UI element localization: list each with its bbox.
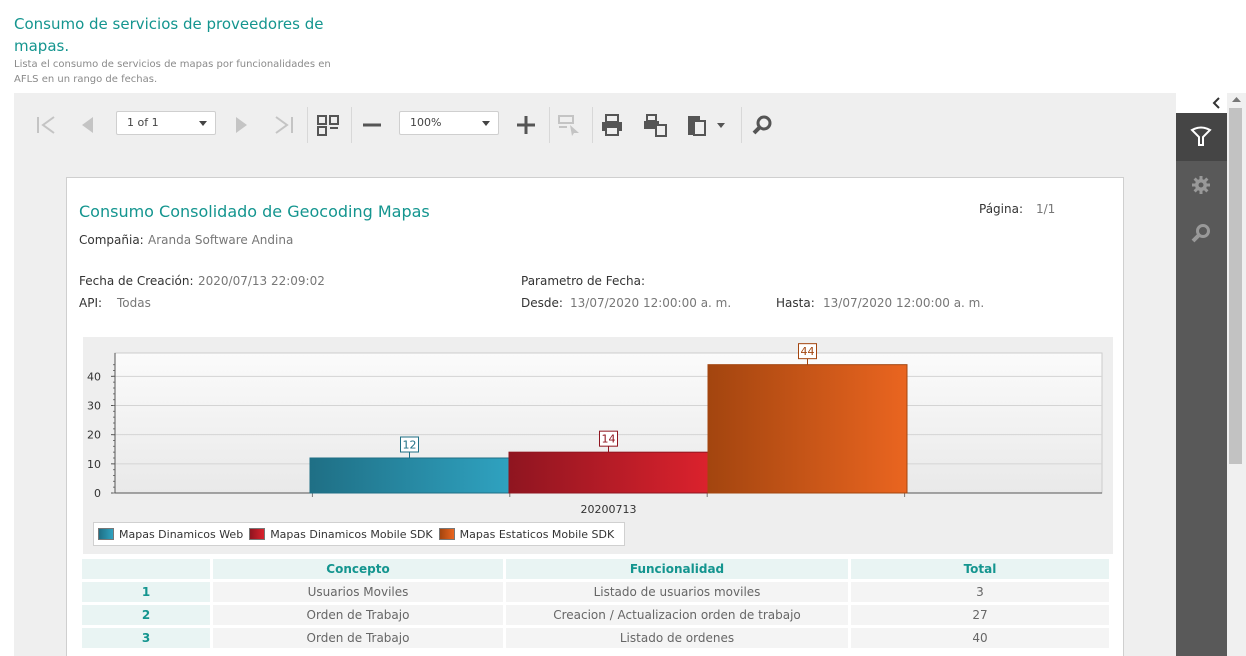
consumption-chart: 0 10 20 30 40 12 14 44 20200713 Mapas Dinamicos … [83, 337, 1113, 554]
side-panel-header [1176, 93, 1227, 113]
table-cell: Creacion / Actualizacion orden de trabaj… [506, 605, 848, 625]
table-cell: Orden de Trabajo [213, 628, 503, 648]
legend-label: Mapas Estaticos Mobile SDK [459, 527, 615, 541]
table-cell: Usuarios Moviles [213, 582, 503, 602]
next-page-icon[interactable] [229, 113, 253, 137]
print-page-icon[interactable] [643, 113, 667, 137]
x-tick-label: 20200713 [581, 503, 637, 516]
zoom-in-icon[interactable] [514, 113, 538, 137]
legend-item: Mapas Dinamicos Mobile SDK [249, 527, 433, 541]
company-label: Compañia: [79, 233, 144, 247]
gear-icon [1192, 176, 1210, 194]
y-tick-label: 20 [87, 429, 101, 442]
table-row: 3 Orden de Trabajo Listado de ordenes 40 [82, 628, 1109, 648]
from-label: Desde: [521, 296, 563, 310]
column-header: Total [851, 559, 1109, 579]
parameters-button[interactable] [1176, 161, 1227, 209]
viewer-toolbar: 1 of 1 100% [14, 93, 1176, 157]
y-tick-label: 10 [87, 458, 101, 471]
company-value: Aranda Software Andina [148, 233, 294, 247]
column-header [82, 559, 210, 579]
table-cell: 3 [82, 628, 210, 648]
table-cell: 2 [82, 605, 210, 625]
search-icon [1191, 224, 1210, 243]
legend-swatch [249, 528, 266, 540]
table-cell: 3 [851, 582, 1109, 602]
table-cell: Listado de ordenes [506, 628, 848, 648]
data-label: 44 [801, 345, 815, 358]
page-selector-value: 1 of 1 [127, 116, 159, 129]
document-viewer: 1 of 1 100% Consumo Consolidado de Geoco… [14, 93, 1176, 656]
chevron-down-icon [482, 121, 490, 126]
zoom-selector[interactable]: 100% [399, 111, 499, 135]
y-tick-label: 40 [87, 370, 101, 383]
legend-label: Mapas Dinamicos Web [119, 527, 244, 541]
legend-item: Mapas Dinamicos Web [98, 528, 243, 541]
chart-bar [309, 457, 510, 494]
scrollbar-thumb[interactable] [1229, 108, 1242, 464]
page-label: Página: [979, 202, 1024, 216]
report-header-description: Lista el consumo de servicios de mapas p… [14, 59, 331, 85]
to-label: Hasta: [776, 296, 815, 310]
table-row: 1 Usuarios Moviles Listado de usuarios m… [82, 582, 1109, 602]
table-cell: 1 [82, 582, 210, 602]
previous-page-icon[interactable] [76, 113, 100, 137]
chart-bar [707, 364, 908, 494]
chart-bar [508, 451, 709, 494]
table-cell: Orden de Trabajo [213, 605, 503, 625]
filter-button[interactable] [1176, 113, 1227, 161]
api-label: API: [79, 296, 103, 310]
last-page-icon[interactable] [272, 113, 296, 137]
bar-chart: 0 10 20 30 40 12 14 44 20200713 [87, 343, 1103, 516]
highlight-editing-fields-icon[interactable] [557, 113, 581, 137]
consumption-table: Concepto Funcionalidad Total 1 Usuarios … [79, 556, 1112, 651]
search-panel-button[interactable] [1176, 209, 1227, 257]
table-row: 2 Orden de Trabajo Creacion / Actualizac… [82, 605, 1109, 625]
to-value: 13/07/2020 12:00:00 a. m. [823, 296, 985, 310]
export-dropdown[interactable] [686, 113, 726, 137]
data-label: 14 [602, 433, 616, 446]
zoom-out-icon[interactable] [360, 113, 384, 137]
legend-swatch [98, 528, 114, 540]
toolbar-separator [307, 107, 308, 143]
from-value: 13/07/2020 12:00:00 a. m. [570, 296, 732, 310]
zoom-selector-value: 100% [410, 116, 442, 129]
chart-legend: Mapas Dinamicos Web Mapas Dinamicos Mobi… [93, 522, 626, 546]
scroll-up-icon[interactable] [1227, 93, 1246, 107]
legend-item: Mapas Estaticos Mobile SDK [438, 527, 615, 541]
toolbar-separator [741, 107, 742, 143]
page-value: 1/1 [1036, 202, 1056, 216]
side-panel [1176, 93, 1227, 656]
table-cell: 40 [851, 628, 1109, 648]
print-icon[interactable] [600, 113, 624, 137]
report-page: Consumo Consolidado de Geocoding Mapas P… [66, 177, 1124, 656]
chevron-left-icon[interactable] [1176, 93, 1227, 113]
api-value: Todas [117, 296, 151, 310]
column-header: Funcionalidad [506, 559, 848, 579]
y-tick-label: 30 [87, 400, 101, 413]
table-cell: Listado de usuarios moviles [506, 582, 848, 602]
search-icon[interactable] [750, 113, 774, 137]
table-cell: 27 [851, 605, 1109, 625]
y-tick-label: 0 [94, 487, 101, 500]
creation-date-value: 2020/07/13 22:09:02 [198, 274, 325, 288]
filter-icon [1190, 126, 1212, 146]
toolbar-separator [592, 107, 593, 143]
legend-swatch [438, 528, 455, 540]
page-selector[interactable]: 1 of 1 [116, 111, 216, 135]
report-header-title: Consumo de servicios de proveedores de m… [14, 15, 324, 55]
report-title: Consumo Consolidado de Geocoding Mapas [79, 202, 430, 221]
multipage-view-icon[interactable] [316, 113, 340, 137]
toolbar-separator [549, 107, 550, 143]
data-label: 12 [403, 439, 417, 452]
date-parameter-label: Parametro de Fecha: [521, 274, 645, 288]
legend-label: Mapas Dinamicos Mobile SDK [270, 527, 433, 541]
toolbar-separator [351, 107, 352, 143]
creation-date-label: Fecha de Creación: [79, 274, 194, 288]
first-page-icon[interactable] [34, 113, 58, 137]
chevron-down-icon [199, 121, 207, 126]
column-header: Concepto [213, 559, 503, 579]
table-header-row: Concepto Funcionalidad Total [82, 559, 1109, 579]
